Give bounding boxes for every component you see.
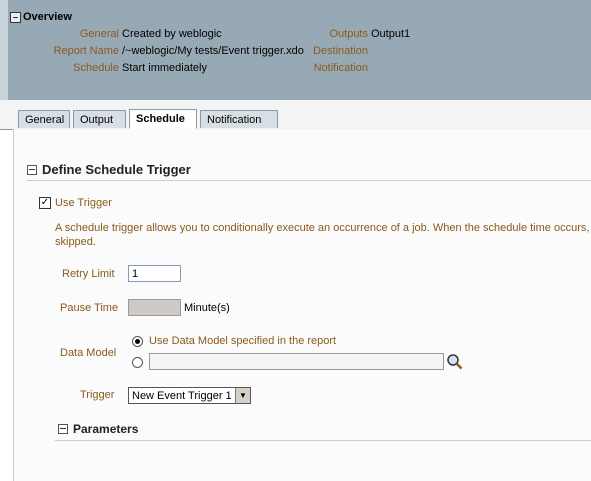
- collapse-icon[interactable]: [10, 11, 21, 23]
- outputs-label: Outputs: [329, 28, 368, 40]
- tab-bar: General Output Schedule Notification: [0, 100, 591, 130]
- use-trigger-label: Use Trigger: [55, 197, 112, 209]
- schedule-value: Start immediately: [122, 62, 207, 74]
- data-model-report-radio[interactable]: [132, 336, 143, 347]
- tab-general[interactable]: General: [18, 110, 70, 128]
- section-divider: [27, 180, 591, 181]
- data-model-label: Data Model: [60, 347, 117, 359]
- data-model-option1-label: Use Data Model specified in the report: [149, 335, 337, 347]
- chevron-down-icon[interactable]: ▼: [235, 388, 250, 403]
- overview-panel: Overview General Created by weblogic Rep…: [0, 0, 591, 100]
- retry-limit-input[interactable]: 1: [128, 265, 181, 282]
- data-model-custom-radio[interactable]: [132, 357, 143, 368]
- outputs-value: Output1: [371, 28, 411, 40]
- destination-label: Destination: [312, 45, 368, 57]
- general-label: General: [79, 28, 119, 40]
- parameters-divider: [55, 440, 591, 441]
- data-model-path-input[interactable]: [149, 353, 444, 370]
- trigger-label: Trigger: [80, 389, 115, 401]
- collapse-icon[interactable]: [58, 424, 68, 434]
- general-value: Created by weblogic: [122, 28, 222, 40]
- tab-schedule[interactable]: Schedule: [129, 109, 197, 129]
- trigger-description-line2: skipped.: [55, 236, 96, 248]
- retry-limit-label: Retry Limit: [62, 268, 115, 280]
- pause-time-label: Pause Time: [60, 302, 119, 314]
- define-trigger-header[interactable]: Define Schedule Trigger: [27, 162, 191, 177]
- define-trigger-title: Define Schedule Trigger: [42, 162, 191, 177]
- overview-title: Overview: [23, 11, 72, 23]
- tab-output[interactable]: Output: [73, 110, 126, 128]
- pause-time-input[interactable]: [128, 299, 181, 316]
- collapse-icon[interactable]: [27, 164, 37, 175]
- parameters-header[interactable]: Parameters: [58, 422, 138, 436]
- trigger-select-value: New Event Trigger 1: [132, 390, 232, 402]
- use-trigger-checkbox[interactable]: ✓: [39, 197, 51, 209]
- report-name-label: Report Name: [53, 45, 119, 57]
- trigger-select[interactable]: New Event Trigger 1 ▼: [128, 387, 251, 404]
- overview-header[interactable]: Overview: [10, 11, 72, 23]
- tab-notification[interactable]: Notification: [200, 110, 278, 128]
- schedule-label: Schedule: [73, 62, 119, 74]
- report-name-value: /~weblogic/My tests/Event trigger.xdo: [122, 45, 304, 57]
- notification-label: Notification: [313, 62, 368, 74]
- pause-time-unit: Minute(s): [184, 302, 230, 314]
- search-icon[interactable]: [446, 353, 464, 371]
- parameters-title: Parameters: [73, 422, 139, 436]
- schedule-content: Define Schedule Trigger ✓ Use Trigger A …: [13, 129, 591, 481]
- trigger-description-line1: A schedule trigger allows you to conditi…: [55, 222, 591, 234]
